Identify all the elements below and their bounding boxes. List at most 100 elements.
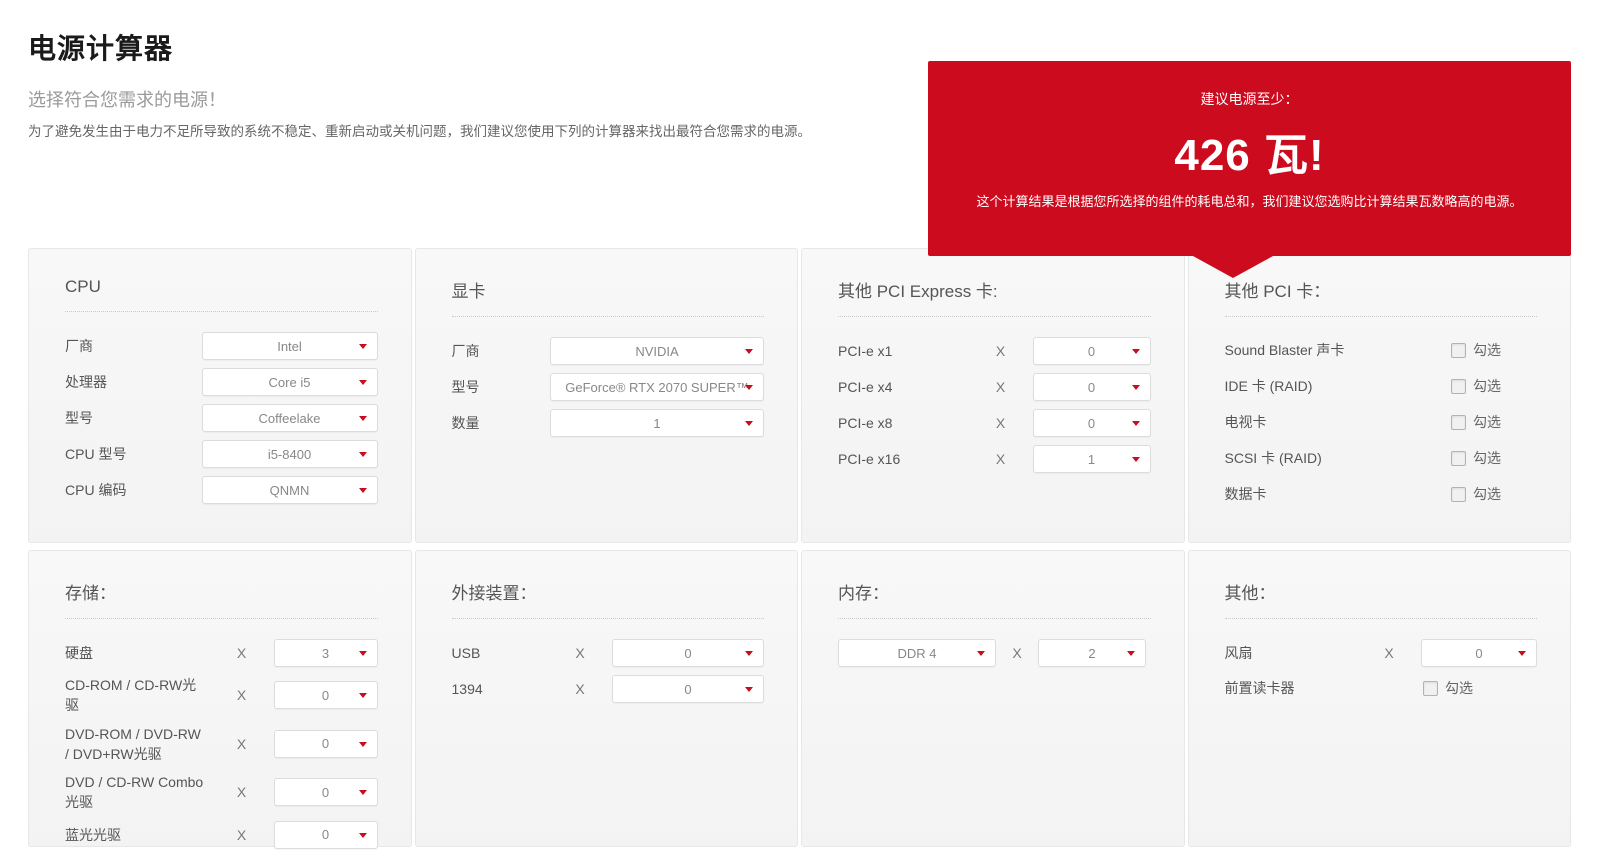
times-symbol: X	[995, 415, 1006, 431]
gpu-model-select[interactable]: GeForce® RTX 2070 SUPER™	[550, 373, 764, 401]
checkbox-label: 勾选	[1445, 680, 1473, 696]
external-1394-label: 1394	[451, 680, 483, 697]
times-symbol: X	[995, 343, 1006, 359]
panel-pci-title: 其他 PCI 卡：	[1224, 277, 1537, 317]
other-fan-label: 风扇	[1224, 644, 1253, 661]
panel-storage: 存储： 硬盘 X 3 CD-ROM / CD-RW光驱 X 0 DVD-ROM …	[28, 550, 412, 849]
storage-combo-row: DVD / CD-RW Combo 光驱 X 0	[65, 772, 378, 813]
caret-down-icon	[1131, 349, 1140, 354]
cpu-family-select[interactable]: Coffeelake	[201, 404, 378, 432]
pcie-x8-qty-select[interactable]: 0	[1032, 409, 1151, 437]
checkbox-label: 勾选	[1473, 414, 1501, 430]
caret-down-icon	[1131, 421, 1140, 426]
gpu-vendor-label: 厂商	[451, 342, 480, 359]
times-symbol: X	[236, 735, 247, 752]
storage-combo-qty-select[interactable]: 0	[273, 778, 378, 807]
caret-down-icon	[1518, 651, 1526, 656]
pcie-x4-qty-select[interactable]: 0	[1032, 373, 1151, 401]
select-value: NVIDIA	[635, 343, 679, 359]
caret-down-icon	[358, 741, 367, 747]
storage-combo-label: DVD / CD-RW Combo 光驱	[65, 774, 204, 811]
pcie-x8-label: PCI-e x8	[838, 414, 893, 431]
other-cardreader-row: 前置读卡器 勾选	[1225, 675, 1538, 701]
select-value: DDR 4	[897, 645, 937, 661]
other-fan-qty-select[interactable]: 0	[1421, 639, 1537, 667]
memory-type-select[interactable]: DDR 4	[838, 639, 996, 667]
select-value: 2	[1088, 645, 1096, 661]
other-fan-row: 风扇 X 0	[1224, 639, 1537, 667]
caret-down-icon	[745, 687, 753, 692]
pci-soundblaster-label: Sound Blaster 声卡	[1224, 341, 1345, 358]
times-symbol: X	[995, 379, 1006, 395]
checkbox-label: 勾选	[1473, 486, 1501, 502]
panel-memory-title: 内存：	[838, 579, 1151, 619]
pci-scsi-checkbox-group: 勾选	[1451, 448, 1537, 468]
times-symbol: X	[575, 681, 585, 697]
times-symbol: X	[1384, 645, 1394, 661]
checkbox[interactable]	[1451, 486, 1466, 502]
pci-soundblaster-checkbox-group: 勾选	[1451, 340, 1537, 360]
cpu-vendor-row: 厂商 Intel	[65, 332, 378, 360]
panel-storage-title: 存储：	[65, 579, 378, 619]
external-usb-qty-select[interactable]: 0	[612, 639, 764, 667]
select-value: 0	[321, 687, 330, 703]
cpu-series-row: 处理器 Core i5	[65, 368, 378, 396]
times-symbol: X	[236, 687, 247, 704]
gpu-qty-select[interactable]: 1	[550, 409, 764, 437]
external-1394-qty-select[interactable]: 0	[612, 675, 764, 703]
cpu-model-select[interactable]: i5-8400	[201, 440, 378, 468]
storage-hdd-row: 硬盘 X 3	[65, 639, 378, 667]
times-symbol: X	[236, 784, 247, 801]
external-usb-label: USB	[451, 644, 481, 661]
pci-tv-checkbox-group: 勾选	[1451, 412, 1537, 432]
times-symbol: X	[575, 645, 585, 661]
checkbox[interactable]	[1451, 450, 1466, 466]
memory-row: DDR 4 X 2	[838, 639, 1151, 667]
result-wattage: 426 瓦!	[1174, 131, 1325, 180]
pci-scsi-row: SCSI 卡 (RAID) 勾选	[1225, 445, 1538, 471]
intro-description: 为了避免发生由于电力不足所导致的系统不稳定、重新启动或关机问题，我们建议您使用下…	[28, 124, 811, 139]
cpu-series-select[interactable]: Core i5	[201, 368, 378, 396]
select-value: 0	[684, 645, 692, 661]
gpu-model-label: 型号	[451, 378, 480, 395]
cpu-family-row: 型号 Coffeelake	[65, 404, 378, 432]
gpu-vendor-select[interactable]: NVIDIA	[550, 337, 764, 365]
pcie-x8-row: PCI-e x8 X 0	[838, 409, 1151, 437]
pci-soundblaster-row: Sound Blaster 声卡 勾选	[1225, 337, 1538, 363]
memory-qty-select[interactable]: 2	[1038, 639, 1146, 667]
caret-down-icon	[358, 790, 367, 796]
checkbox[interactable]	[1451, 414, 1466, 430]
cpu-code-select[interactable]: QNMN	[201, 476, 378, 504]
pcie-x1-row: PCI-e x1 X 0	[838, 337, 1151, 365]
caret-down-icon	[358, 832, 367, 838]
caret-down-icon	[358, 380, 367, 385]
panel-gpu: 显卡 厂商 NVIDIA 型号 GeForce® RTX 2070 SUPER™…	[414, 248, 798, 543]
storage-hdd-qty-select[interactable]: 3	[273, 639, 378, 667]
storage-bluray-qty-select[interactable]: 0	[273, 820, 378, 849]
page-title: 电源计算器	[28, 32, 174, 64]
panel-memory: 内存： DDR 4 X 2	[801, 550, 1185, 847]
panels-grid: CPU 厂商 Intel 处理器 Core i5 型号 Coffeelake C…	[28, 248, 1571, 849]
pci-ide-label: IDE 卡 (RAID)	[1224, 377, 1313, 394]
storage-dvdrom-qty-select[interactable]: 0	[273, 729, 378, 758]
select-value: 0	[1087, 343, 1096, 359]
times-symbol: X	[236, 826, 247, 843]
checkbox[interactable]	[1451, 378, 1466, 394]
pcie-x16-qty-select[interactable]: 1	[1032, 445, 1151, 473]
checkbox-label: 勾选	[1473, 378, 1501, 394]
checkbox[interactable]	[1451, 342, 1466, 358]
intro-subtitle: 选择符合您需求的电源！	[28, 90, 226, 110]
external-1394-row: 1394 X 0	[451, 675, 764, 703]
pcie-x16-label: PCI-e x16	[838, 450, 901, 467]
checkbox-label: 勾选	[1473, 450, 1501, 466]
cpu-vendor-select[interactable]: Intel	[201, 332, 378, 360]
cpu-code-row: CPU 编码 QNMN	[65, 476, 378, 504]
pci-datacard-label: 数据卡	[1224, 485, 1267, 502]
checkbox[interactable]	[1423, 680, 1438, 696]
pci-ide-row: IDE 卡 (RAID) 勾选	[1225, 373, 1538, 399]
cpu-model-label: CPU 型号	[65, 445, 127, 462]
pcie-x1-qty-select[interactable]: 0	[1032, 337, 1151, 365]
caret-down-icon	[1131, 457, 1140, 462]
storage-cdrom-qty-select[interactable]: 0	[273, 681, 378, 710]
select-value: 3	[321, 645, 330, 661]
